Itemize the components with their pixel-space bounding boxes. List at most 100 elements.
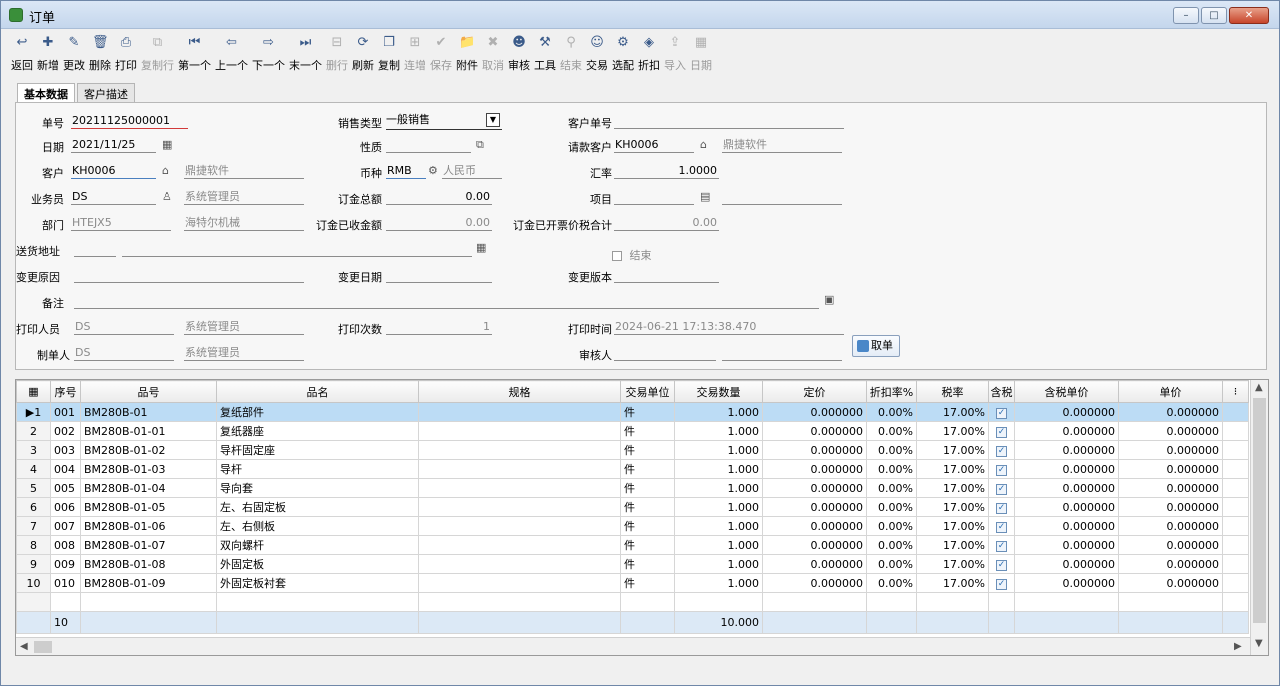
grid-cell[interactable] [418,459,621,479]
quote-button[interactable]: 取单 [852,335,900,357]
toolbar-button-5[interactable]: ⧉ 复制行 [139,35,176,77]
grid-cell[interactable]: 左、右固定板 [216,497,419,517]
grid-cell[interactable]: 导向套 [216,478,419,498]
grid-cell[interactable] [418,421,621,441]
grid-cell[interactable]: 1.000 [674,516,763,536]
grid-cell[interactable]: 0.000000 [762,478,867,498]
grid-cell[interactable]: 0.000000 [1014,554,1119,574]
change-reason-field[interactable] [74,267,304,283]
grid-cell[interactable]: 0.000000 [1014,459,1119,479]
person-lookup-icon[interactable]: ⌂ [700,138,707,151]
toolbar-button-12[interactable]: ❐ 复制 [376,35,402,77]
checkmark-icon[interactable]: ✓ [996,541,1007,552]
user-lookup-icon[interactable]: ♙ [162,190,172,203]
grid-cell[interactable]: 导杆固定座 [216,440,419,460]
deposit-total-field[interactable]: 0.00 [386,189,492,205]
grid-cell[interactable]: 0.000000 [762,554,867,574]
table-row[interactable]: 5 005 BM280B-01-04 导向套件 1.000 0.000000 0.00% 17… [16,478,1249,498]
title-bar[interactable]: 订单 – □ ✕ [1,1,1279,29]
scroll-down-icon[interactable]: ▼ [1255,638,1263,649]
empty-row[interactable] [16,592,1249,612]
grid-cell[interactable]: 外固定板衬套 [216,573,419,593]
grid-cell[interactable]: 0.000000 [1118,478,1223,498]
grid-cell[interactable]: 17.00% [916,402,989,422]
col-tax-rate[interactable]: 税率 [916,380,989,403]
grid-cell[interactable]: 1.000 [674,440,763,460]
tax-included-check[interactable]: ✓ [988,535,1015,555]
toolbar-button-7[interactable]: ⇦ 上一个 [213,35,250,77]
checkbox-icon[interactable] [612,251,622,261]
grid-cell[interactable] [620,592,675,612]
grid-cell[interactable]: 件 [620,459,675,479]
toolbar-button-21[interactable]: ⚙ 选配 [610,35,636,77]
grid-cell[interactable]: 0.000000 [1014,440,1119,460]
grid-cell[interactable]: 件 [620,516,675,536]
lookup-icon[interactable]: ⧉ [476,138,484,152]
customer-lookup-icon[interactable]: ⌂ [162,164,169,177]
grid-cell[interactable] [80,592,217,612]
grid-cell[interactable]: 件 [620,421,675,441]
grid-cell[interactable]: 003 [50,440,81,460]
table-row[interactable]: 8 008 BM280B-01-07 双向螺杆件 1.000 0.000000 0.00% 1… [16,535,1249,555]
tax-included-check[interactable]: ✓ [988,554,1015,574]
col-unit[interactable]: 交易单位 [620,380,675,403]
grid-cell[interactable]: 0.00% [866,440,917,460]
toolbar-button-16[interactable]: ✖ 取消 [480,35,506,77]
toolbar-button-19[interactable]: ⚲ 结束 [558,35,584,77]
table-row[interactable]: 7 007 BM280B-01-06 左、右侧板件 1.000 0.000000 0.00%… [16,516,1249,536]
calendar-icon[interactable]: ▦ [162,138,172,151]
toolbar-button-10[interactable]: ⊟ 删行 [324,35,350,77]
grid-cell[interactable] [988,592,1015,612]
grid-cell[interactable] [1222,592,1249,612]
grid-cell[interactable] [1118,592,1223,612]
grid-cell[interactable]: 001 [50,402,81,422]
grid-cell[interactable]: 件 [620,497,675,517]
grid-cell[interactable] [866,592,917,612]
row-number[interactable]: 9 [16,554,51,574]
row-number[interactable]: 6 [16,497,51,517]
grid-cell[interactable]: 复纸部件 [216,402,419,422]
grid-cell[interactable]: 0.000000 [1014,535,1119,555]
grid-cell[interactable]: 0.000000 [762,402,867,422]
row-number[interactable]: 8 [16,535,51,555]
checkmark-icon[interactable]: ✓ [996,503,1007,514]
grid-cell[interactable]: 0.00% [866,421,917,441]
checkmark-icon[interactable]: ✓ [996,408,1007,419]
grid-cell[interactable]: 17.00% [916,554,989,574]
grid-cell[interactable]: 件 [620,440,675,460]
grid-cell[interactable] [418,573,621,593]
pay-customer-field[interactable]: KH0006 [614,137,694,153]
grid-cell[interactable] [916,592,989,612]
grid-cell[interactable]: 0.00% [866,459,917,479]
grid-cell[interactable]: 1.000 [674,497,763,517]
grid-cell[interactable]: 1.000 [674,554,763,574]
toolbar-button-15[interactable]: 📁 附件 [454,35,480,77]
toolbar-button-20[interactable]: ☺ 交易 [584,35,610,77]
ship-addr-field[interactable] [122,241,472,257]
grid-cell[interactable]: 0.000000 [762,573,867,593]
grid-cell[interactable]: 左、右侧板 [216,516,419,536]
grid-cell[interactable]: 件 [620,573,675,593]
scroll-up-icon[interactable]: ▲ [1255,382,1263,393]
grid-cell[interactable]: 0.000000 [762,440,867,460]
tax-included-check[interactable]: ✓ [988,478,1015,498]
tax-included-check[interactable]: ✓ [988,573,1015,593]
row-number[interactable]: 5 [16,478,51,498]
grid-cell[interactable]: 17.00% [916,535,989,555]
grid-cell[interactable] [16,592,51,612]
grid-cell[interactable]: 0.00% [866,497,917,517]
grid-cell[interactable]: BM280B-01-01 [80,421,217,441]
grid-cell[interactable]: 0.000000 [1118,516,1223,536]
grid-cell[interactable]: 005 [50,478,81,498]
col-seq[interactable]: 序号 [50,380,81,403]
toolbar-button-22[interactable]: ◈ 折扣 [636,35,662,77]
ship-addr-code[interactable] [74,241,116,257]
col-unit-price[interactable]: 单价 [1118,380,1223,403]
col-qty[interactable]: 交易数量 [674,380,763,403]
grid-cell[interactable]: 0.00% [866,573,917,593]
grid-settings-icon[interactable]: ▦ [16,380,51,403]
customer-order-field[interactable] [614,113,844,129]
sales-type-select[interactable]: 一般销售 ▼ [386,112,502,130]
change-ver-field[interactable] [614,267,719,283]
grid-cell[interactable]: 0.000000 [1118,554,1223,574]
